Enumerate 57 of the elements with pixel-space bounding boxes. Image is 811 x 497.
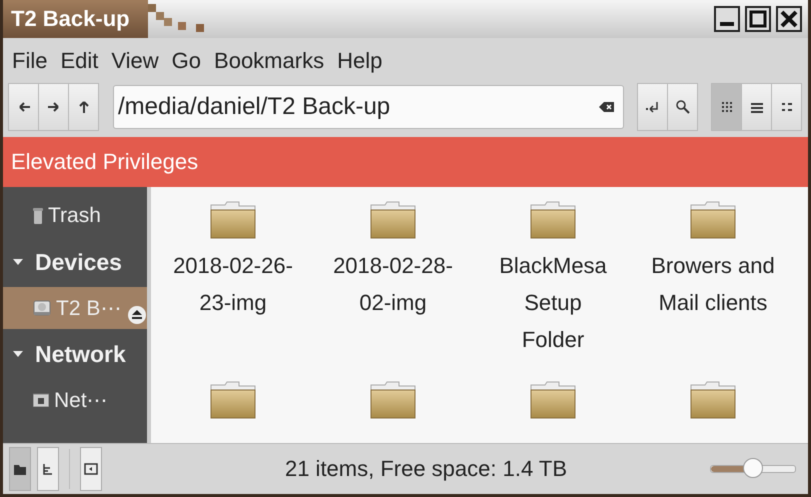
menu-item[interactable]: View: [111, 48, 159, 74]
location-field[interactable]: /media/daniel/T2 Back-up: [113, 84, 624, 128]
folder-icon[interactable]: [690, 201, 736, 239]
search-icon: [676, 100, 690, 114]
file-name: BlackMesa Setup Folder: [498, 252, 608, 354]
drive-icon: [33, 299, 51, 317]
file-name: Browers and Mail clients: [651, 252, 775, 317]
folder-icon: [13, 462, 27, 476]
expanded-arrow-icon[interactable]: [13, 349, 23, 359]
menu-item[interactable]: Bookmarks: [214, 48, 324, 74]
pane-icon: [84, 462, 98, 476]
window-title: T2 Back-up: [3, 0, 148, 38]
eject-icon[interactable]: [128, 306, 146, 324]
sidebar-heading: Devices: [35, 248, 123, 276]
sidebar-heading: Network: [35, 340, 127, 368]
file-name: 2018-02-26-23-img: [172, 252, 294, 317]
status-text: 21 items, Free space: 1.4 TB: [284, 456, 568, 482]
tree-icon: [41, 462, 55, 476]
folder-icon[interactable]: [370, 381, 416, 419]
go-button[interactable]: [637, 82, 668, 130]
forward-button[interactable]: [38, 82, 69, 130]
enter-icon: [646, 100, 660, 114]
back-icon: [16, 100, 30, 114]
toggle-pane-button[interactable]: [80, 447, 102, 491]
banner-label: Elevated Privileges: [11, 149, 198, 175]
menu-item[interactable]: File: [12, 48, 48, 74]
sidebar-item[interactable]: Net⋯: [3, 379, 147, 421]
maximize-icon[interactable]: [745, 6, 771, 32]
file-name: 2018-02-28-02-img: [332, 252, 454, 317]
folder-icon[interactable]: [210, 381, 256, 419]
forward-icon: [46, 100, 60, 114]
view-button[interactable]: [741, 82, 772, 130]
tree-button[interactable]: [37, 447, 59, 491]
trash-icon: [33, 208, 43, 224]
zoom-slider[interactable]: [710, 458, 796, 480]
slider-thumb[interactable]: [743, 458, 763, 478]
clear-icon[interactable]: [599, 100, 615, 112]
up-button[interactable]: [68, 82, 99, 130]
folder-icon[interactable]: [530, 381, 576, 419]
places-button[interactable]: [9, 447, 31, 491]
expanded-arrow-icon[interactable]: [13, 257, 23, 267]
menu-item[interactable]: Edit: [60, 48, 98, 74]
up-icon: [76, 100, 90, 114]
menu-item[interactable]: Help: [337, 48, 382, 74]
view-button[interactable]: [711, 82, 742, 130]
menu-item[interactable]: Go: [172, 48, 202, 74]
sidebar-item[interactable]: Trash: [3, 195, 147, 237]
folder-icon[interactable]: [530, 201, 576, 239]
folder-icon[interactable]: [690, 381, 736, 419]
folder-icon[interactable]: [210, 201, 256, 239]
network-folder-icon: [33, 393, 49, 407]
back-button[interactable]: [8, 82, 39, 130]
search-button[interactable]: [667, 82, 698, 130]
minimize-icon[interactable]: [714, 6, 740, 32]
folder-icon[interactable]: [370, 201, 416, 239]
grid-icon: [720, 100, 734, 114]
close-icon[interactable]: [776, 6, 802, 32]
